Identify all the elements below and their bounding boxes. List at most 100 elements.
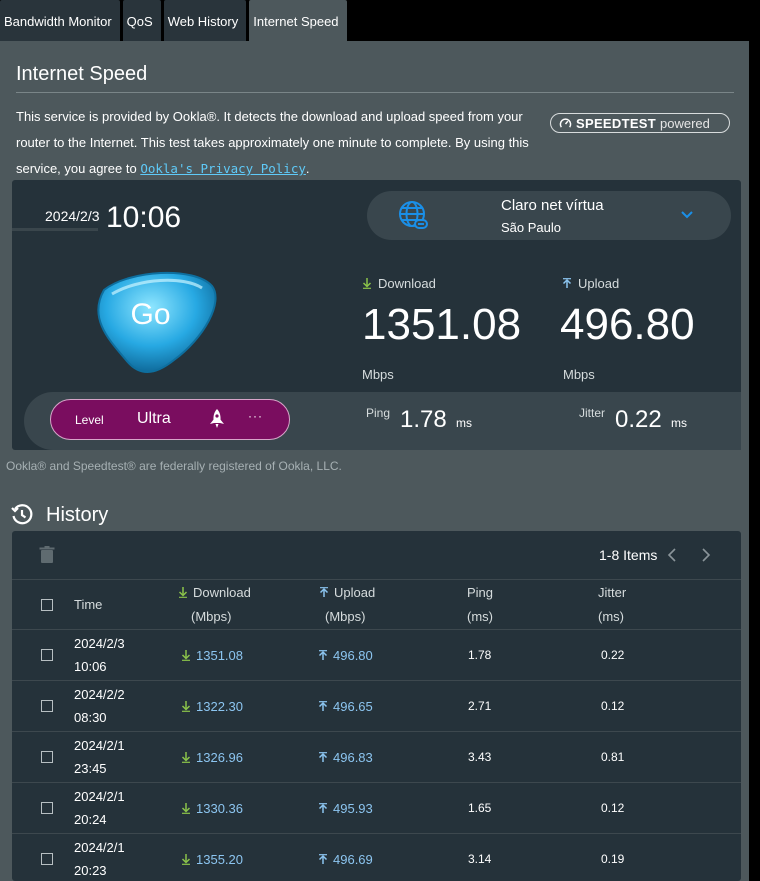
row-ping: 3.14 (468, 852, 492, 866)
trash-icon[interactable] (39, 546, 55, 564)
column-ping-unit: (ms) (467, 609, 493, 624)
row-timestamp: 2024/2/2 08:30 (74, 683, 125, 729)
server-selector[interactable]: Claro net vírtua São Paulo (367, 191, 731, 240)
row-date: 2024/2/1 (74, 840, 125, 855)
row-upload: 496.80 (318, 648, 373, 663)
speedtest-logo: SPEEDTEST powered (550, 113, 730, 133)
row-download: 1351.08 (181, 648, 243, 663)
tab-bandwidth-monitor[interactable]: Bandwidth Monitor (0, 0, 120, 41)
row-timestamp: 2024/2/1 20:23 (74, 836, 125, 881)
upload-arrow-icon (318, 650, 328, 660)
row-upload-value: 496.65 (333, 699, 373, 714)
download-arrow-icon (362, 278, 372, 289)
jitter-value: 0.22 (615, 406, 662, 433)
row-checkbox[interactable] (41, 649, 53, 661)
chevron-right-icon[interactable] (700, 547, 712, 563)
row-ping: 3.43 (468, 750, 492, 764)
history-table-card: 1-8 Items Time Download (Mbps) Upload (M… (12, 531, 741, 881)
row-jitter: 0.19 (601, 852, 625, 866)
row-checkbox[interactable] (41, 700, 53, 712)
row-jitter: 0.12 (601, 801, 625, 815)
select-all-checkbox[interactable] (41, 599, 53, 611)
row-download: 1326.96 (181, 750, 243, 765)
download-label-text: Download (378, 276, 436, 291)
row-time: 20:24 (74, 812, 107, 827)
ping-unit: ms (456, 416, 472, 430)
column-jitter-unit: (ms) (598, 609, 624, 624)
more-options-button[interactable]: ··· (248, 409, 263, 423)
privacy-policy-link[interactable]: Ookla's Privacy Policy (140, 161, 306, 176)
title-divider (16, 92, 734, 93)
upload-arrow-icon (318, 803, 328, 813)
table-row[interactable]: 2024/2/2 08:30 1322.30 496.65 2.71 0.12 (12, 681, 741, 732)
download-arrow-icon (181, 752, 191, 763)
upload-arrow-icon (318, 701, 328, 711)
row-download-value: 1326.96 (196, 750, 243, 765)
upload-value: 496.80 (560, 300, 695, 349)
upload-arrow-icon (562, 278, 572, 288)
row-upload-value: 496.83 (333, 750, 373, 765)
go-button-label: Go (130, 298, 171, 331)
column-upload-label: Upload (334, 585, 376, 600)
row-jitter: 0.12 (601, 699, 625, 713)
column-ping-label: Ping (467, 585, 494, 600)
page-title: Internet Speed (16, 63, 148, 85)
row-jitter: 0.81 (601, 750, 625, 764)
row-download-value: 1330.36 (196, 801, 243, 816)
tab-bar: Bandwidth Monitor QoS Web History Intern… (0, 0, 350, 41)
table-row[interactable]: 2024/2/1 23:45 1326.96 496.83 3.43 0.81 (12, 732, 741, 783)
globe-link-icon (399, 201, 428, 229)
table-header: Time Download (Mbps) Upload (Mbps) Ping … (12, 579, 741, 630)
row-checkbox[interactable] (41, 751, 53, 763)
chevron-left-icon[interactable] (666, 547, 678, 563)
tab-internet-speed[interactable]: Internet Speed (249, 0, 347, 41)
row-upload: 496.69 (318, 852, 373, 867)
row-upload-value: 496.69 (333, 852, 373, 867)
result-date: 2024/2/3 (45, 208, 100, 224)
tab-web-history[interactable]: Web History (163, 0, 247, 41)
row-download: 1330.36 (181, 801, 243, 816)
row-download-value: 1351.08 (196, 648, 243, 663)
row-time: 10:06 (74, 659, 107, 674)
result-time: 10:06 (106, 201, 182, 234)
row-checkbox[interactable] (41, 853, 53, 865)
table-row[interactable]: 2024/2/1 20:24 1330.36 495.93 1.65 0.12 (12, 783, 741, 834)
download-unit: Mbps (362, 367, 394, 382)
history-title: History (46, 503, 109, 526)
row-ping: 1.78 (468, 648, 492, 662)
rocket-icon (210, 409, 224, 428)
row-upload-value: 495.93 (333, 801, 373, 816)
upload-arrow-icon (318, 752, 328, 762)
history-clock-icon (11, 504, 33, 525)
ookla-trademark-note: Ookla® and Speedtest® are federally regi… (6, 459, 342, 473)
upload-label-text: Upload (578, 276, 620, 291)
content-panel: Internet Speed This service is provided … (0, 41, 749, 881)
ping-value: 1.78 (400, 406, 447, 433)
row-date: 2024/2/1 (74, 789, 125, 804)
level-label: Level (75, 413, 104, 427)
date-underline (12, 228, 98, 231)
table-row[interactable]: 2024/2/3 10:06 1351.08 496.80 1.78 0.22 (12, 630, 741, 681)
go-button[interactable]: Go (84, 268, 224, 378)
column-ping: Ping (ms) (467, 581, 493, 629)
row-download: 1322.30 (181, 699, 243, 714)
row-upload: 495.93 (318, 801, 373, 816)
level-value: Ultra (137, 410, 171, 427)
row-checkbox[interactable] (41, 802, 53, 814)
tab-qos[interactable]: QoS (122, 0, 161, 41)
result-footer-bar: Level Ultra ··· Ping 1.78 ms Jitter 0.22… (24, 392, 741, 450)
column-jitter-label: Jitter (598, 585, 627, 600)
download-arrow-icon (181, 854, 191, 865)
table-row[interactable]: 2024/2/1 20:23 1355.20 496.69 3.14 0.19 (12, 834, 741, 881)
row-download-value: 1322.30 (196, 699, 243, 714)
row-upload-value: 496.80 (333, 648, 373, 663)
row-timestamp: 2024/2/1 23:45 (74, 734, 125, 780)
row-jitter: 0.22 (601, 648, 625, 662)
level-selector[interactable]: Level Ultra ··· (50, 399, 290, 440)
speedtest-logo-name: SPEEDTEST (576, 115, 656, 131)
row-time: 08:30 (74, 710, 107, 725)
row-time: 20:23 (74, 863, 107, 878)
download-label: Download (362, 276, 436, 291)
column-jitter: Jitter (ms) (598, 581, 626, 629)
pager-count: 1-8 Items (599, 547, 658, 563)
